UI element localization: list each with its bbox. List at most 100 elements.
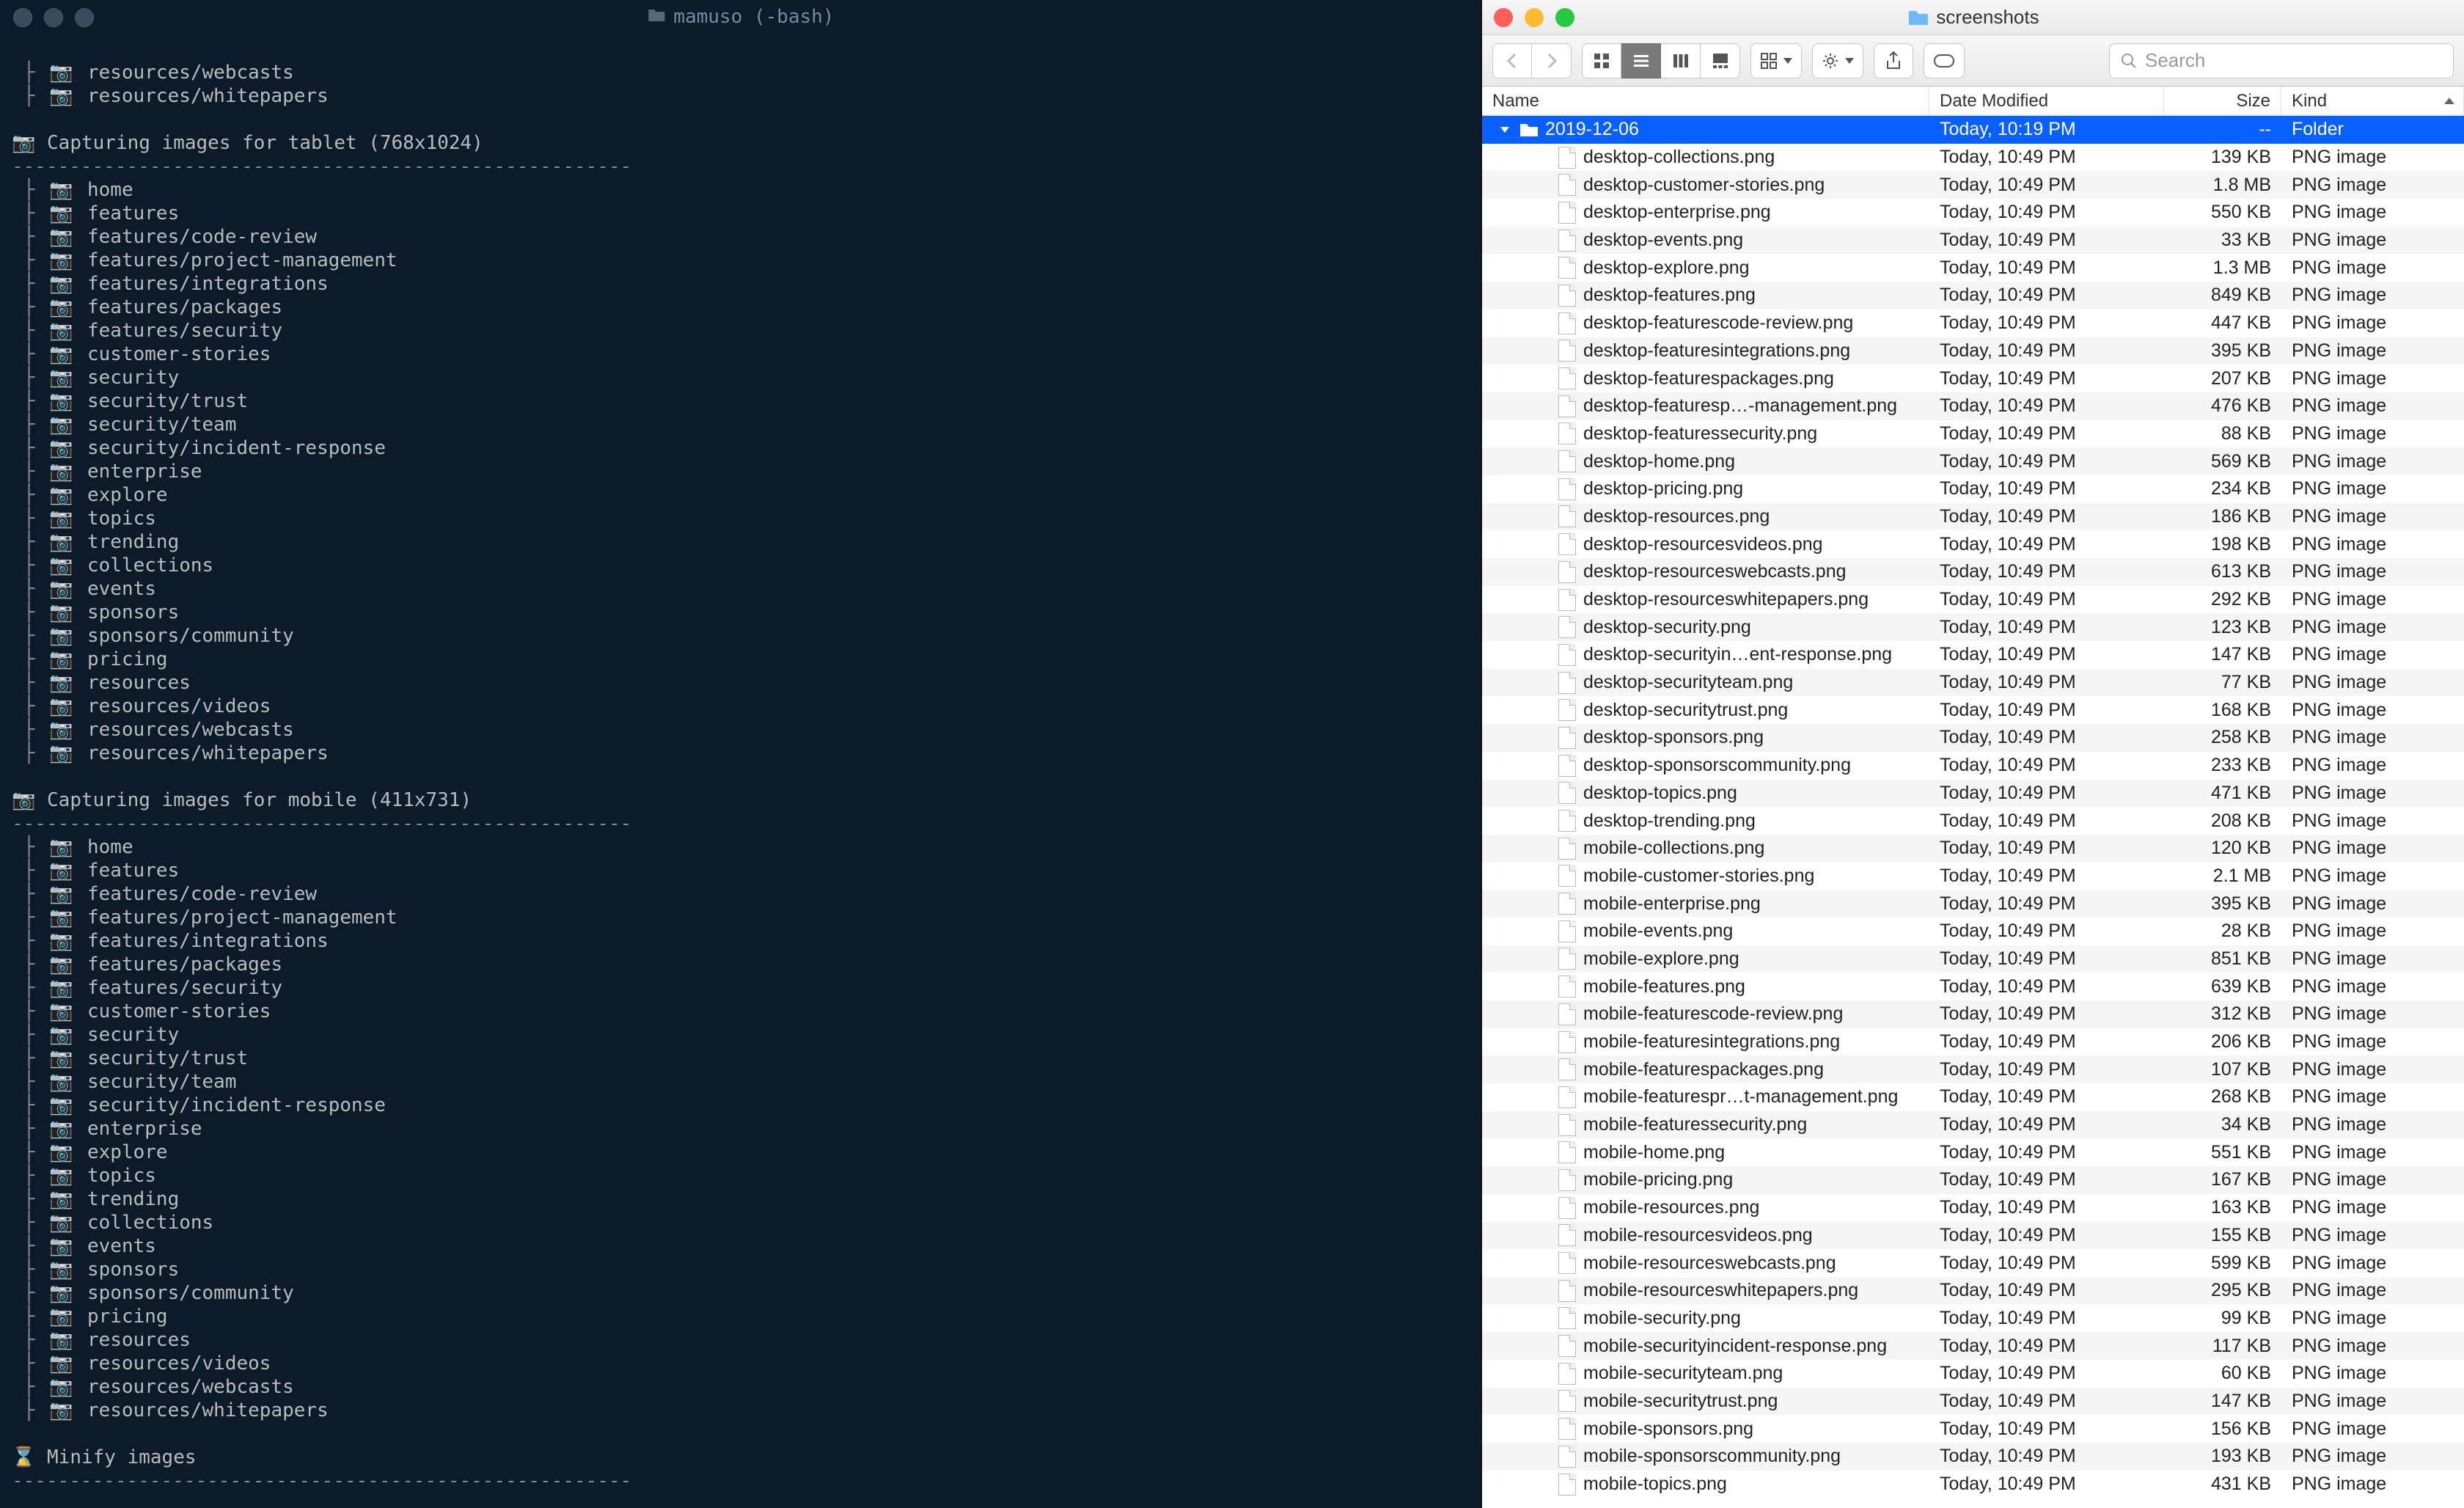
file-row[interactable]: mobile-enterprise.pngToday, 10:49 PM395 … [1482,890,2464,918]
file-row[interactable]: desktop-customer-stories.pngToday, 10:49… [1482,171,2464,199]
file-row[interactable]: mobile-home.pngToday, 10:49 PM551 KBPNG … [1482,1138,2464,1166]
file-row[interactable]: desktop-pricing.pngToday, 10:49 PM234 KB… [1482,475,2464,503]
file-row[interactable]: desktop-securityteam.pngToday, 10:49 PM7… [1482,669,2464,697]
finder-list[interactable]: 2019-12-06Today, 10:19 PM--Folderdesktop… [1482,116,2464,1508]
file-row[interactable]: mobile-resourceswebcasts.pngToday, 10:49… [1482,1249,2464,1277]
file-row[interactable]: desktop-collections.pngToday, 10:49 PM13… [1482,144,2464,172]
file-row[interactable]: desktop-events.pngToday, 10:49 PM33 KBPN… [1482,227,2464,255]
file-row[interactable]: desktop-topics.pngToday, 10:49 PM471 KBP… [1482,780,2464,808]
file-row[interactable]: mobile-featurescode-review.pngToday, 10:… [1482,1000,2464,1028]
file-row[interactable]: desktop-sponsors.pngToday, 10:49 PM258 K… [1482,724,2464,752]
column-kind[interactable]: Kind [2281,87,2464,115]
disclosure-triangle-icon[interactable] [1497,124,1513,136]
tags-button[interactable] [1924,43,1965,78]
file-name: mobile-security.png [1583,1308,1741,1329]
folder-row[interactable]: 2019-12-06Today, 10:19 PM--Folder [1482,116,2464,144]
file-row[interactable]: desktop-resourceswebcasts.pngToday, 10:4… [1482,558,2464,586]
file-row[interactable]: desktop-featuressecurity.pngToday, 10:49… [1482,420,2464,448]
share-button[interactable] [1874,43,1913,78]
file-name: mobile-resourcesvideos.png [1583,1225,1813,1246]
terminal-titlebar[interactable]: mamuso (-bash) [0,0,1481,35]
gallery-view-button[interactable] [1701,43,1740,78]
file-row[interactable]: mobile-events.pngToday, 10:49 PM28 KBPNG… [1482,918,2464,945]
camera-icon: 📷 [49,1094,73,1118]
camera-icon: 📷 [49,625,73,648]
file-row[interactable]: desktop-featuresp…-management.pngToday, … [1482,392,2464,420]
file-row[interactable]: desktop-explore.pngToday, 10:49 PM1.3 MB… [1482,254,2464,282]
camera-icon: 📷 [49,1306,73,1329]
camera-icon: 📷 [49,202,73,226]
arrange-button[interactable] [1750,43,1802,78]
file-row[interactable]: desktop-resources.pngToday, 10:49 PM186 … [1482,503,2464,531]
file-row[interactable]: mobile-resourceswhitepapers.pngToday, 10… [1482,1277,2464,1305]
column-date-modified[interactable]: Date Modified [1929,87,2164,115]
file-row[interactable]: desktop-sponsorscommunity.pngToday, 10:4… [1482,752,2464,780]
file-name: mobile-topics.png [1583,1474,1727,1495]
zoom-button[interactable] [75,8,94,27]
column-size[interactable]: Size [2164,87,2281,115]
list-view-button[interactable] [1621,43,1661,78]
file-row[interactable]: mobile-securityteam.pngToday, 10:49 PM60… [1482,1360,2464,1388]
file-row[interactable]: mobile-securitytrust.pngToday, 10:49 PM1… [1482,1388,2464,1416]
search-field[interactable]: Search [2109,43,2454,78]
back-button[interactable] [1492,43,1532,78]
file-size: 147 KB [2164,1391,2281,1412]
file-row[interactable]: desktop-securityin…ent-response.pngToday… [1482,641,2464,669]
file-row[interactable]: desktop-trending.pngToday, 10:49 PM208 K… [1482,807,2464,835]
minimize-button[interactable] [44,8,63,27]
file-name: desktop-explore.png [1583,257,1750,279]
file-row[interactable]: desktop-home.pngToday, 10:49 PM569 KBPNG… [1482,447,2464,475]
file-row[interactable]: desktop-resourceswhitepapers.pngToday, 1… [1482,586,2464,614]
icon-view-button[interactable] [1582,43,1621,78]
file-row[interactable]: mobile-featurespackages.pngToday, 10:49 … [1482,1055,2464,1083]
file-row[interactable]: mobile-security.pngToday, 10:49 PM99 KBP… [1482,1305,2464,1333]
file-name: desktop-customer-stories.png [1583,175,1825,196]
file-row[interactable]: desktop-featurespackages.pngToday, 10:49… [1482,365,2464,392]
file-row[interactable]: desktop-enterprise.pngToday, 10:49 PM550… [1482,199,2464,227]
file-name: mobile-featurescode-review.png [1583,1003,1843,1025]
file-row[interactable]: mobile-sponsorscommunity.pngToday, 10:49… [1482,1443,2464,1471]
file-kind: PNG image [2281,920,2464,942]
file-row[interactable]: mobile-securityincident-response.pngToda… [1482,1332,2464,1360]
minimize-button[interactable] [1525,8,1544,27]
column-view-button[interactable] [1661,43,1701,78]
zoom-button[interactable] [1555,8,1574,27]
terminal-output-line: ├ 📷 pricing [12,1306,1470,1329]
file-date: Today, 10:49 PM [1929,451,2164,472]
file-row[interactable]: desktop-resourcesvideos.pngToday, 10:49 … [1482,530,2464,558]
file-row[interactable]: mobile-featuresintegrations.pngToday, 10… [1482,1028,2464,1056]
file-row[interactable]: mobile-resourcesvideos.pngToday, 10:49 P… [1482,1222,2464,1250]
finder-titlebar[interactable]: screenshots [1482,0,2464,35]
finder-title: screenshots [1907,6,2039,29]
terminal-output-line: ├ 📷 features [12,202,1470,226]
file-row[interactable]: mobile-featurespr…t-management.pngToday,… [1482,1083,2464,1111]
file-name: mobile-home.png [1583,1142,1725,1163]
close-button[interactable] [1494,8,1513,27]
file-size: 139 KB [2164,147,2281,168]
file-row[interactable]: mobile-collections.pngToday, 10:49 PM120… [1482,835,2464,863]
close-button[interactable] [13,8,32,27]
forward-button[interactable] [1532,43,1572,78]
terminal-title: mamuso (-bash) [647,6,834,29]
terminal-output-line: ├ 📷 features [12,860,1470,883]
action-button[interactable] [1812,43,1863,78]
file-row[interactable]: mobile-topics.pngToday, 10:49 PM431 KBPN… [1482,1471,2464,1498]
file-row[interactable]: desktop-security.pngToday, 10:49 PM123 K… [1482,613,2464,641]
column-name[interactable]: Name [1482,87,1929,115]
file-row[interactable]: mobile-explore.pngToday, 10:49 PM851 KBP… [1482,945,2464,973]
file-row[interactable]: mobile-sponsors.pngToday, 10:49 PM156 KB… [1482,1415,2464,1443]
file-row[interactable]: mobile-features.pngToday, 10:49 PM639 KB… [1482,973,2464,1000]
document-icon [1557,560,1577,585]
file-row[interactable]: mobile-resources.pngToday, 10:49 PM163 K… [1482,1194,2464,1222]
file-row[interactable]: desktop-securitytrust.pngToday, 10:49 PM… [1482,696,2464,724]
file-row[interactable]: desktop-features.pngToday, 10:49 PM849 K… [1482,282,2464,310]
file-row[interactable]: mobile-featuressecurity.pngToday, 10:49 … [1482,1111,2464,1139]
file-row[interactable]: mobile-customer-stories.pngToday, 10:49 … [1482,863,2464,890]
camera-icon: 📷 [49,1376,73,1399]
file-row[interactable]: mobile-pricing.pngToday, 10:49 PM167 KBP… [1482,1166,2464,1194]
camera-icon: 📷 [49,930,73,954]
terminal-body[interactable]: ├ 📷 resources/webcasts ├ 📷 resources/whi… [0,35,1481,1508]
file-row[interactable]: desktop-featurescode-review.pngToday, 10… [1482,310,2464,337]
file-name: desktop-pricing.png [1583,478,1743,499]
file-row[interactable]: desktop-featuresintegrations.pngToday, 1… [1482,337,2464,365]
